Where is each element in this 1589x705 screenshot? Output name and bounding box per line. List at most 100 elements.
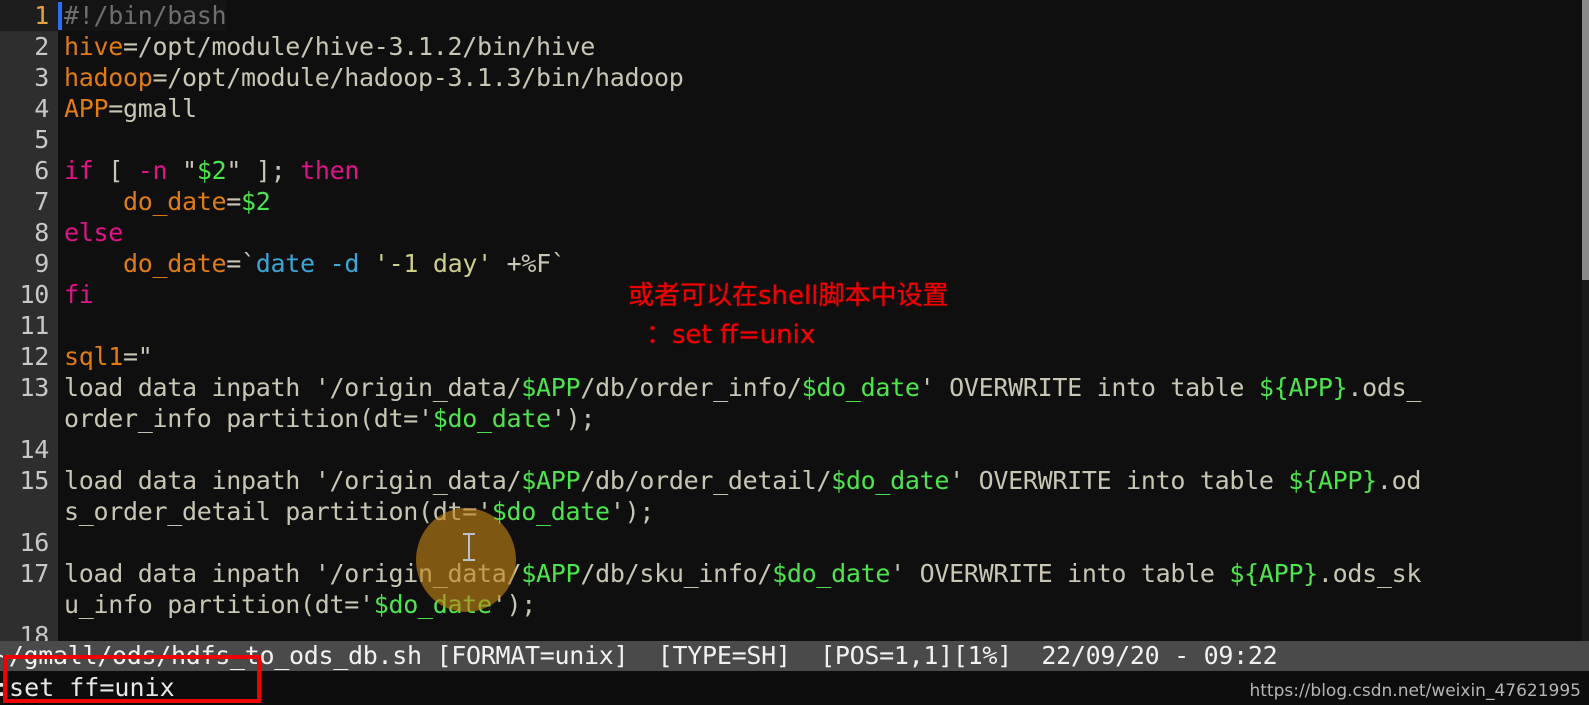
code-token: then [300,156,360,185]
code-line[interactable]: 8 else [0,217,1589,248]
code-line[interactable]: 9 do_date=`date -d '-1 day' +%F` [0,248,1589,279]
vim-status-line: ~/gmall/ods/hdfs_to_ods_db.sh [FORMAT=un… [0,641,1589,671]
code-line-text: load data inpath '/origin_data/$APP/db/s… [58,558,1421,589]
line-number: 13 [0,372,58,403]
line-number: 6 [0,155,58,186]
code-line-text: load data inpath '/origin_data/$APP/db/o… [58,372,1421,403]
code-token: $do_date [491,497,610,526]
code-token: .ods_ [1347,373,1422,402]
code-token: APP [64,94,109,123]
code-line-wrapped[interactable]: order_info partition(dt='$do_date'); [0,403,1589,434]
code-token: .ods_sk [1317,559,1422,588]
code-line-text: hive=/opt/module/hive-3.1.2/bin/hive [58,31,595,62]
code-token: $APP [521,373,581,402]
code-line[interactable]: 6 if [ -n "$2" ]; then [0,155,1589,186]
code-line-text: hadoop=/opt/module/hadoop-3.1.3/bin/hado… [58,62,684,93]
code-token: ' OVERWRITE into table [919,373,1259,402]
code-token: = [226,187,242,216]
code-token: load data inpath '/origin_data/ [64,466,522,495]
code-token: /db/sku_info/ [580,559,773,588]
code-token: date [255,249,315,278]
code-token: ${APP} [1258,373,1348,402]
line-number: 2 [0,31,58,62]
annotation-line-2: ：set ff=unix [646,320,816,350]
code-token: order_info partition(dt=' [64,404,433,433]
code-line-text: order_info partition(dt='$do_date'); [58,403,595,434]
line-number: 11 [0,310,58,341]
code-token: u_info partition(dt=' [64,590,374,619]
code-token: " ]; [226,156,301,185]
code-line[interactable]: 3 hadoop=/opt/module/hadoop-3.1.3/bin/had… [0,62,1589,93]
code-token: $do_date [373,590,492,619]
code-line-text: APP=gmall [58,93,197,124]
code-token: =/opt/module/hadoop-3.1.3/bin/hadoop [152,63,684,92]
code-token: =` [226,249,256,278]
code-token: /db/order_detail/ [580,466,832,495]
code-token: '); [550,404,596,433]
code-token: load data inpath '/origin_data/ [64,559,522,588]
code-line[interactable]: 17 load data inpath '/origin_data/$APP/db… [0,558,1589,589]
code-token: load data inpath '/origin_data/ [64,373,522,402]
code-line[interactable]: 2 hive=/opt/module/hive-3.1.2/bin/hive [0,31,1589,62]
code-line[interactable]: 16 [0,527,1589,558]
code-token: $APP [521,466,581,495]
code-line-text: do_date=`date -d '-1 day' +%F` [58,248,566,279]
annotation-line-1: 或者可以在shell脚本中设置 [628,281,949,311]
scrollbar-thumb[interactable] [1582,0,1589,280]
line-number: 10 [0,279,58,310]
code-token: '); [609,497,655,526]
code-token: =/opt/module/hive-3.1.2/bin/hive [123,32,596,61]
code-line-text: load data inpath '/origin_data/$APP/db/o… [58,465,1421,496]
code-token: $2 [241,187,271,216]
vertical-scrollbar[interactable] [1582,0,1589,641]
line-number: 5 [0,124,58,155]
code-token: $do_date [772,559,891,588]
code-line-text: sql1=" [58,341,153,372]
code-token: '-1 day' [373,249,492,278]
line-number: 3 [0,62,58,93]
code-token: $do_date [831,466,950,495]
code-line[interactable]: 4 APP=gmall [0,93,1589,124]
code-token: [ [93,156,138,185]
line-number: 12 [0,341,58,372]
line-number: 14 [0,434,58,465]
code-token: -d [329,249,360,278]
code-token: fi [64,280,94,309]
code-line[interactable]: 14 [0,434,1589,465]
code-token: hadoop [64,63,153,92]
code-token: do_date [123,249,227,278]
code-token: #!/bin/bash [64,1,227,30]
code-line-wrapped[interactable]: u_info partition(dt='$do_date'); [0,589,1589,620]
code-token: .od [1376,466,1422,495]
command-line-text: :set ff=unix [0,673,175,702]
code-token: " [167,156,197,185]
code-token: $2 [196,156,227,185]
line-number: 8 [0,217,58,248]
line-number: 16 [0,527,58,558]
line-number: 18 [0,620,58,641]
code-line[interactable]: 18 [0,620,1589,641]
code-line[interactable]: 15 load data inpath '/origin_data/$APP/db… [0,465,1589,496]
code-line[interactable]: 5 [0,124,1589,155]
text-caret [58,2,62,30]
code-line[interactable]: 13 load data inpath '/origin_data/$APP/db… [0,372,1589,403]
line-number: 17 [0,558,58,589]
code-line[interactable]: 1 #!/bin/bash [0,0,1589,31]
code-line[interactable]: 7 do_date=$2 [0,186,1589,217]
code-token: $APP [521,559,581,588]
line-number: 15 [0,465,58,496]
code-token: =" [123,342,153,371]
code-line-wrapped[interactable]: s_order_detail partition(dt='$do_date'); [0,496,1589,527]
code-token: '); [491,590,537,619]
code-token: -n [137,156,168,185]
code-token: sql1 [64,342,124,371]
code-token: do_date [123,187,227,216]
code-line-text: do_date=$2 [58,186,271,217]
line-number: 1 [0,0,58,31]
text-ibeam-cursor-icon [463,533,475,561]
code-line-text: u_info partition(dt='$do_date'); [58,589,536,620]
code-token: ${APP} [1288,466,1377,495]
